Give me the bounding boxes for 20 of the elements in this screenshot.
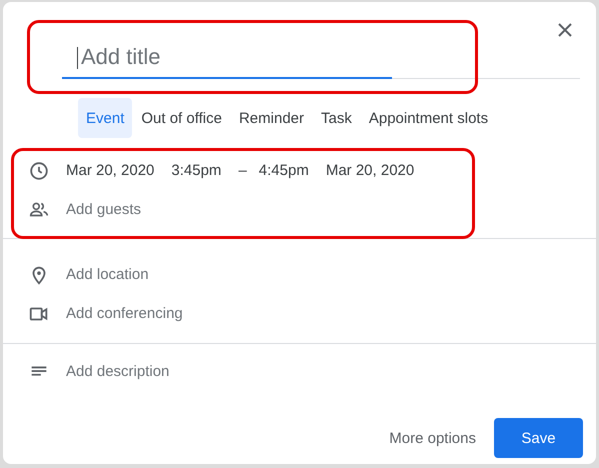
tab[interactable]: Appointment slots bbox=[360, 98, 496, 138]
dash-separator: – bbox=[238, 162, 247, 179]
tab[interactable]: Reminder bbox=[230, 98, 312, 138]
date-field[interactable]: Mar 20, 2020 bbox=[326, 162, 414, 179]
location-field[interactable]: Add location bbox=[66, 266, 149, 283]
clock-icon bbox=[28, 160, 50, 182]
time-field[interactable]: 3:45pm bbox=[171, 162, 222, 179]
guests-field[interactable]: Add guests bbox=[66, 201, 142, 218]
time-field[interactable]: 4:45pm bbox=[258, 162, 309, 179]
close-icon[interactable] bbox=[556, 21, 574, 39]
more-options-button[interactable]: More options bbox=[387, 418, 478, 458]
text-cursor bbox=[77, 47, 78, 69]
date-field[interactable]: Mar 20, 2020 bbox=[66, 162, 154, 179]
tab[interactable]: Out of office bbox=[133, 98, 230, 138]
conferencing-field[interactable]: Add conferencing bbox=[66, 305, 183, 322]
title-field[interactable]: Add title bbox=[62, 41, 392, 79]
save-button[interactable]: Save bbox=[494, 418, 583, 458]
description-field[interactable]: Add description bbox=[66, 363, 170, 380]
tab[interactable]: Event bbox=[78, 98, 132, 138]
tab[interactable]: Task bbox=[313, 98, 360, 138]
